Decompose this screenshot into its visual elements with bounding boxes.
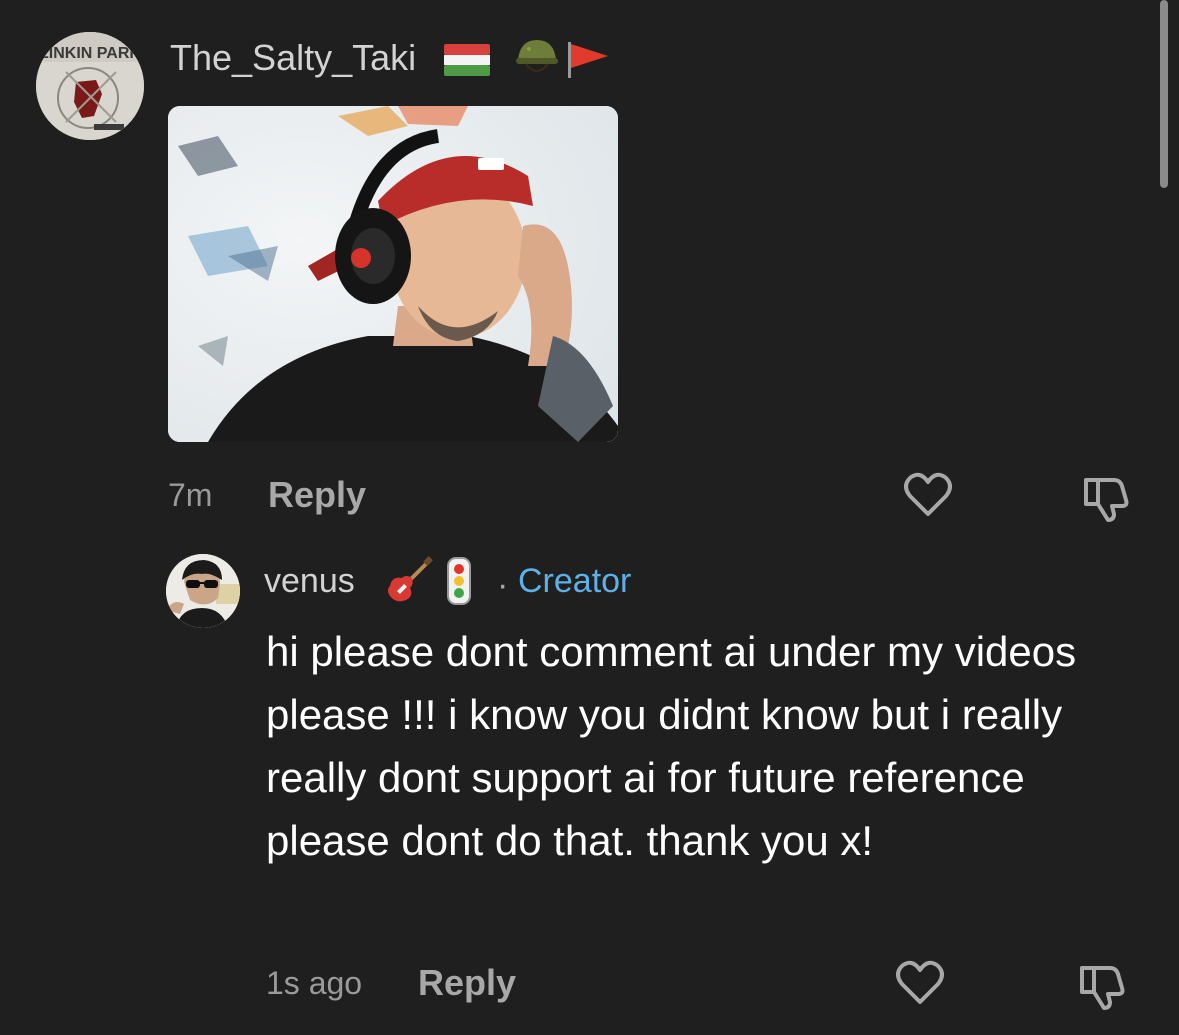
avatar-band-text: LINKIN PARK xyxy=(39,45,141,62)
red-flag-icon xyxy=(564,40,610,85)
thumbs-down-icon[interactable] xyxy=(1078,470,1134,526)
reply-button[interactable]: Reply xyxy=(268,474,366,516)
comment-text: hi please dont comment ai under my video… xyxy=(266,628,1077,864)
heart-icon[interactable] xyxy=(892,956,948,1012)
separator-dot: · xyxy=(497,566,509,604)
comment-timestamp: 1s ago xyxy=(266,965,363,1001)
creator-username[interactable]: venus xyxy=(264,562,355,601)
traffic-light-icon xyxy=(444,556,474,611)
thumbs-down-icon[interactable] xyxy=(1074,958,1130,1014)
guitar-icon xyxy=(384,556,434,611)
military-helmet-icon xyxy=(514,34,560,85)
comments-screen: LINKIN PARK The_Salty_Taki 7m Reply venu… xyxy=(0,0,1179,1035)
hungary-flag-icon xyxy=(444,44,490,81)
photo-attachment[interactable] xyxy=(168,106,618,442)
reply-button[interactable]: Reply xyxy=(418,962,516,1004)
heart-icon[interactable] xyxy=(900,468,956,524)
creator-badge: Creator xyxy=(518,562,632,600)
album-cover-avatar[interactable]: LINKIN PARK xyxy=(36,32,144,140)
comment-timestamp: 7m xyxy=(168,477,213,513)
scrollbar[interactable] xyxy=(1160,0,1168,188)
user-avatar[interactable] xyxy=(166,554,240,628)
comment-username[interactable]: The_Salty_Taki xyxy=(170,37,416,79)
